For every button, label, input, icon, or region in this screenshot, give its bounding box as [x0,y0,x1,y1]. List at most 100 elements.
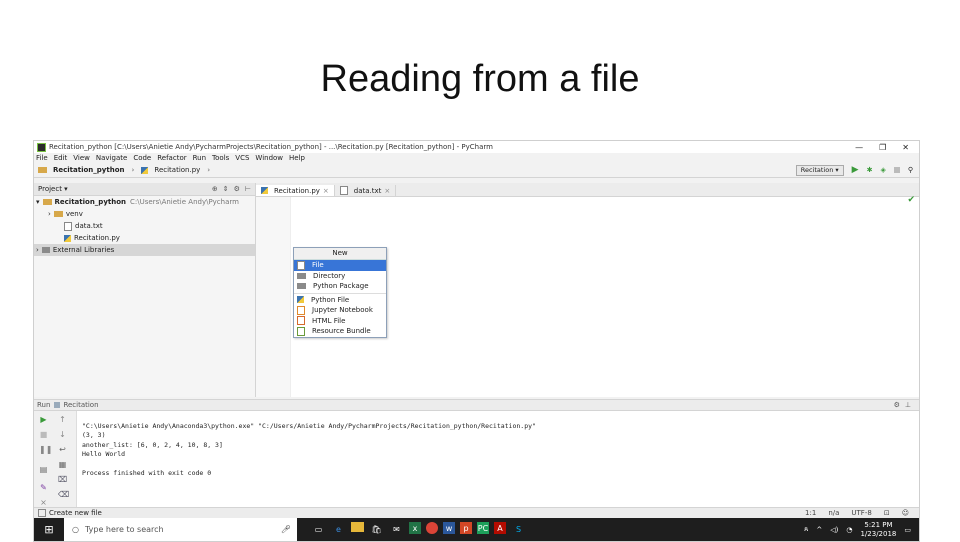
windows-start-icon[interactable]: ⊞ [34,518,64,541]
system-tray: ጰ ^ ◁) ◔ 5:21 PM 1/23/2018 ▭ [804,521,919,539]
folder-icon [42,199,52,205]
tree-item-venv[interactable]: › venv [34,208,255,220]
chevron-right-icon: › [48,210,51,218]
volume-icon[interactable]: ◁) [830,526,838,534]
run-panel-config[interactable]: Recitation [63,401,98,409]
popup-item-html-file[interactable]: HTML File [294,316,386,327]
tree-item-path: C:\Users\Anietie Andy\Pycharm [130,198,239,206]
chrome-icon[interactable] [426,522,438,534]
tree-item-recitation-py[interactable]: Recitation.py [34,232,255,244]
breadcrumb-file[interactable]: Recitation.py [154,166,200,174]
menu-run[interactable]: Run [193,154,206,162]
line-separator[interactable]: n/a [828,509,839,517]
inspector-icon[interactable]: ☺ [902,509,909,517]
tab-recitation-py[interactable]: Recitation.py × [256,185,335,196]
scroll-up-icon[interactable]: ↑ [58,415,67,424]
acrobat-icon[interactable]: A [494,522,506,534]
popup-item-python-package[interactable]: Python Package [294,281,386,292]
print-icon[interactable]: ▦ [58,460,67,469]
menu-edit[interactable]: Edit [54,154,68,162]
menu-file[interactable]: File [36,154,48,162]
wrap-icon[interactable]: ↩ [58,445,67,454]
pycharm-icon[interactable]: PC [477,522,489,534]
scroll-down-icon[interactable]: ↓ [58,430,67,439]
hide-icon[interactable]: ⊢ [245,185,251,193]
library-icon [41,247,50,253]
popup-item-python-file[interactable]: Python File [294,295,386,306]
skype-icon[interactable]: S [511,522,526,537]
task-view-icon[interactable]: ▭ [311,522,326,537]
close-icon[interactable]: × [384,187,390,195]
menu-window[interactable]: Window [255,154,283,162]
rerun-icon[interactable]: ▶ [39,415,48,424]
store-icon[interactable]: 🛍︎ [369,522,384,537]
stop-icon[interactable] [893,167,900,173]
gear-icon[interactable]: ⚙ [234,185,240,193]
chevron-right-icon: › [131,166,135,174]
powerpoint-icon[interactable]: p [460,522,472,534]
tab-label: Recitation.py [274,186,320,195]
menu-tools[interactable]: Tools [212,154,229,162]
pin-icon[interactable]: ✎ [39,483,48,492]
menu-vcs[interactable]: VCS [235,154,249,162]
target-icon[interactable]: ⊕ [212,185,218,193]
taskbar-search-box[interactable]: ○ Type here to search 🎤︎ [64,518,297,541]
people-icon[interactable]: ጰ [804,525,808,534]
edge-icon[interactable]: e [331,522,346,537]
tree-item-external-libraries[interactable]: › External Libraries [34,244,255,256]
file-encoding[interactable]: UTF-8 [851,509,871,517]
close-icon[interactable]: × [323,187,329,195]
menu-navigate[interactable]: Navigate [96,154,127,162]
popup-item-jupyter-notebook[interactable]: Jupyter Notebook [294,305,386,316]
chevron-up-icon[interactable]: ^ [816,526,822,534]
search-icon[interactable]: ⚲ [908,166,913,174]
tab-label: data.txt [353,186,382,195]
microphone-icon[interactable]: 🎤︎ [281,525,297,534]
file-explorer-icon[interactable] [351,522,364,532]
gear-icon[interactable]: ⚙ [894,401,900,409]
cursor-position[interactable]: 1:1 [805,509,816,517]
run-config-label: Recitation [800,165,834,174]
mail-icon[interactable]: ✉ [389,522,404,537]
tree-item-data-txt[interactable]: data.txt [34,220,255,232]
hide-icon[interactable]: ⊥ [905,401,911,409]
popup-item-file[interactable]: File [294,260,386,271]
popup-item-resource-bundle[interactable]: Resource Bundle [294,326,386,337]
minimize-button[interactable]: — [855,143,863,152]
tree-item-project-root[interactable]: ▾ Recitation_python C:\Users\Anietie And… [34,196,255,208]
taskbar-clock[interactable]: 5:21 PM 1/23/2018 [860,521,896,539]
run-console-output[interactable]: "C:\Users\Anietie Andy\Anaconda3\python.… [82,412,919,498]
run-icon[interactable]: ▶ [852,165,859,175]
restore-layout-icon[interactable]: ▤ [39,465,48,474]
lock-icon[interactable]: ⊡ [884,509,890,517]
collapse-icon[interactable]: ⇕ [223,185,229,193]
menu-refactor[interactable]: Refactor [157,154,186,162]
clear-icon[interactable]: ⌧ [58,475,67,484]
stop-icon[interactable]: ■ [39,430,48,439]
pause-icon[interactable]: ❚❚ [39,445,52,454]
breadcrumb-project[interactable]: Recitation_python [53,166,125,174]
run-config-select[interactable]: Recitation ▾ [795,164,844,176]
popup-item-directory[interactable]: Directory [294,271,386,282]
popup-item-label: File [312,261,324,270]
tab-data-txt[interactable]: data.txt × [335,185,397,196]
coverage-icon[interactable]: ◈ [880,166,885,174]
trash-icon[interactable]: ⌫ [58,490,69,499]
notifications-icon[interactable]: ▭ [904,526,911,534]
breadcrumb: Recitation_python › Recitation.py › [38,166,214,174]
menu-code[interactable]: Code [133,154,151,162]
restore-button[interactable]: ❐ [879,143,886,152]
notebook-icon [297,305,305,315]
editor-area[interactable]: Recitation.py × data.txt × ✔ New File Di… [256,183,919,397]
menu-view[interactable]: View [73,154,90,162]
excel-icon[interactable]: x [409,522,421,534]
network-icon[interactable]: ◔ [846,526,852,534]
debug-icon[interactable]: ✱ [867,166,873,174]
run-panel: Run Recitation ⚙ ⊥ ▶ ↑ ■ ↓ ❚❚ ↩ ▤ ▦ ✎ ⌧ … [34,399,919,508]
close-button[interactable]: ✕ [902,143,909,152]
run-panel-header: Run Recitation ⚙ ⊥ [34,400,919,411]
word-icon[interactable]: w [443,522,455,534]
menu-help[interactable]: Help [289,154,305,162]
close-icon[interactable]: × [39,498,48,507]
project-view-select[interactable]: Project ▾ [38,185,68,193]
